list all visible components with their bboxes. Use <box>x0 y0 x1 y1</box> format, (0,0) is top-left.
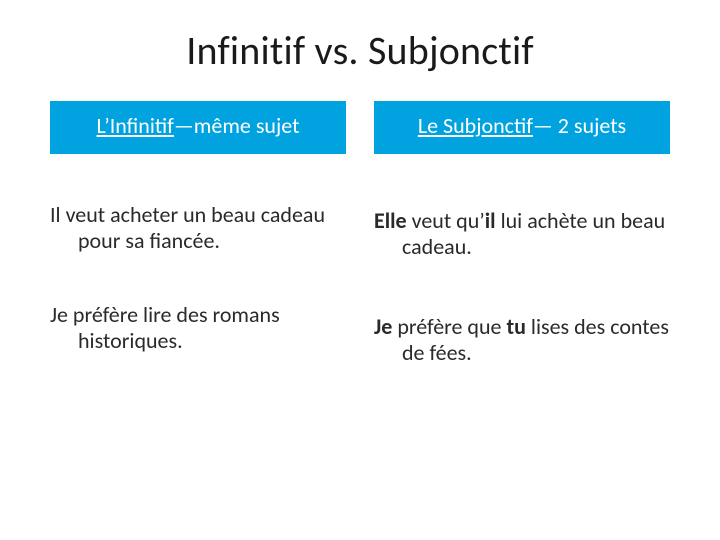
infinitif-example-2: Je préfère lire des romans historiques. <box>50 302 346 354</box>
infinitif-example-2-text: Je préfère lire des romans historiques. <box>50 302 346 354</box>
slide: Infinitif vs. Subjonctif L’Infinitif—mêm… <box>0 0 720 540</box>
subjonctif-example-1: Elle veut qu’il lui achète un beau cadea… <box>374 202 670 260</box>
page-title: Infinitif vs. Subjonctif <box>50 26 670 75</box>
subj-ex2-mid: préfère que <box>392 313 506 340</box>
subjonctif-example-1-text: Elle veut qu’il lui achète un beau cadea… <box>374 208 670 260</box>
header-subjonctif: Le Subjonctif— 2 sujets <box>374 101 670 154</box>
infinitif-example-1: Il veut acheter un beau cadeau pour sa f… <box>50 202 346 254</box>
subj-ex1-bold1: Elle <box>374 207 407 234</box>
subjonctif-example-2-text: Je préfère que tu lises des contes de fé… <box>374 314 670 366</box>
header-infinitif-rest: —même sujet <box>174 112 300 139</box>
header-infinitif-underlined: L’Infinitif <box>97 112 174 139</box>
subjonctif-example-2: Je préfère que tu lises des contes de fé… <box>374 308 670 366</box>
subj-ex2-bold1: Je <box>374 313 392 340</box>
subj-ex1-mid: veut qu’ <box>407 207 485 234</box>
header-subjonctif-rest: — 2 sujets <box>533 112 626 139</box>
infinitif-example-1-text: Il veut acheter un beau cadeau pour sa f… <box>50 202 346 254</box>
header-infinitif: L’Infinitif—même sujet <box>50 101 346 154</box>
subj-ex2-bold2: tu <box>506 313 525 340</box>
subj-ex1-bold2: il <box>485 207 496 234</box>
columns: L’Infinitif—même sujet Il veut acheter u… <box>50 101 670 414</box>
column-infinitif: L’Infinitif—même sujet Il veut acheter u… <box>50 101 346 414</box>
header-subjonctif-underlined: Le Subjonctif <box>418 112 533 139</box>
column-subjonctif: Le Subjonctif— 2 sujets Elle veut qu’il … <box>374 101 670 414</box>
